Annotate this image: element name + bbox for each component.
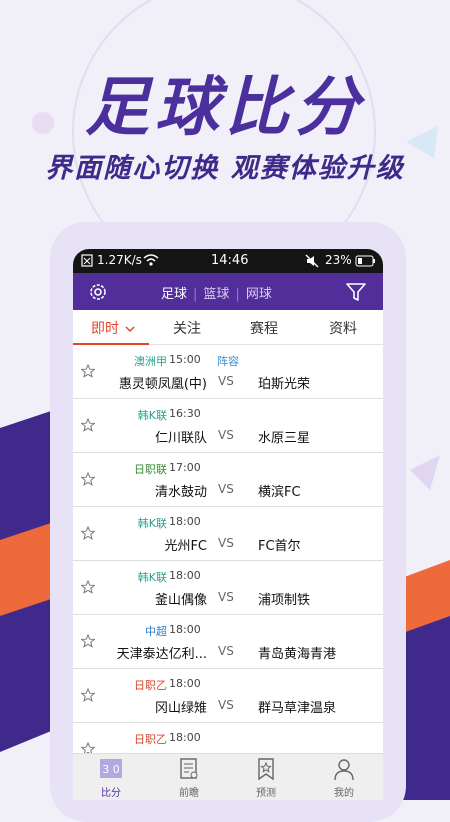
home-team: 光州FC [164,539,207,554]
promo-subline: 界面随心切换 观赛体验升级 [45,153,405,184]
away-team: 浦项制铁 [258,593,311,608]
nav-score[interactable]: 3 0 比分 [81,754,141,800]
kickoff-time: 15:00 [169,353,201,366]
home-team: 仁川联队 [154,431,207,446]
clock: 14:46 [211,253,249,268]
subtab-live-label: 即时 [91,321,119,337]
away-team: 横滨FC [258,485,301,500]
nav-predict[interactable]: 预测 [236,754,296,800]
nav-preview-label: 前瞻 [179,788,199,799]
chevron-down-icon [125,326,135,333]
bookmark-star-icon [258,758,274,781]
scoreboard-icon: 3 0 [100,759,122,778]
home-team: 冈山绿雉 [154,701,207,716]
nav-score-label: 比分 [101,788,121,799]
tab-basketball[interactable]: 篮球 [203,287,229,302]
filter-icon[interactable] [345,281,367,307]
star-icon[interactable] [80,471,96,486]
versus-label: VS [218,590,234,604]
league-name: 澳洲甲 [134,355,167,368]
sport-tabs: 足球 | 篮球 | 网球 [161,287,272,302]
away-team: FC首尔 [258,539,301,554]
home-team: 惠灵顿凤凰(中) [118,377,207,392]
promo-headline: 足球比分 [85,71,365,145]
network-speed: 1.27K/s [97,253,142,267]
match-row[interactable]: 日职乙 18:00 冈山绿雉 VS 群马草津温泉 [73,669,383,723]
kickoff-time: 17:00 [169,461,201,474]
lineup-link[interactable]: 阵容 [217,353,239,369]
away-team: 水原三星 [258,431,311,446]
league-name: 日职乙 [134,679,167,692]
league-name: 中超 [145,625,167,638]
tab-tennis[interactable]: 网球 [246,287,272,302]
home-team: 天津泰达亿利... [116,647,207,662]
svg-text:3 0: 3 0 [102,763,120,776]
home-team: 清水鼓动 [154,485,207,500]
kickoff-time: 18:00 [169,677,201,690]
league-name: 韩K联 [137,571,167,584]
kickoff-time: 18:00 [169,515,201,528]
versus-label: VS [218,428,234,442]
match-row[interactable]: 澳洲甲 15:00 阵容 惠灵顿凤凰(中) VS 珀斯光荣 [73,345,383,399]
notification-icon [81,254,93,270]
star-icon[interactable] [80,687,96,702]
user-icon [334,759,354,781]
match-row[interactable]: 韩K联 18:00 釜山偶像 VS 浦项制铁 [73,561,383,615]
versus-label: VS [218,536,234,550]
nav-predict-label: 预测 [256,788,276,799]
status-bar: 1.27K/s 14:46 23% [73,249,383,273]
versus-label: VS [218,644,234,658]
league-name: 韩K联 [137,517,167,530]
league-name: 日职联 [134,463,167,476]
bottom-nav: 3 0 比分 前瞻 预测 我的 [73,753,383,800]
app-bar: 足球 | 篮球 | 网球 [73,273,383,310]
home-team: 釜山偶像 [154,593,207,608]
battery-level: 23% [325,253,352,267]
document-icon [180,758,198,779]
tab-football[interactable]: 足球 [161,287,187,302]
battery-icon [355,255,377,270]
subtab-follow[interactable]: 关注 [173,318,201,338]
match-row[interactable]: 韩K联 18:00 光州FC VS FC首尔 [73,507,383,561]
kickoff-time: 16:30 [169,407,201,420]
versus-label: VS [218,374,234,388]
versus-label: VS [218,698,234,712]
kickoff-time: 18:00 [169,731,201,744]
subtab-info[interactable]: 资料 [329,318,357,338]
subtab-live[interactable]: 即时 [91,318,135,338]
sub-tabs: 即时 关注 赛程 资料 [73,310,383,345]
star-icon[interactable] [80,417,96,432]
subtab-schedule[interactable]: 赛程 [250,318,278,338]
nav-mine-label: 我的 [334,788,354,799]
star-icon[interactable] [80,633,96,648]
league-name: 日职乙 [134,733,167,746]
nav-mine[interactable]: 我的 [314,754,374,800]
kickoff-time: 18:00 [169,623,201,636]
match-row[interactable]: 日职联 17:00 清水鼓动 VS 横滨FC [73,453,383,507]
match-list: 澳洲甲 15:00 阵容 惠灵顿凤凰(中) VS 珀斯光荣 韩K联 16:30 仁川联队 VS 水原… [73,345,383,777]
away-team: 群马草津温泉 [258,701,337,716]
star-icon[interactable] [80,525,96,540]
match-row[interactable]: 中超 18:00 天津泰达亿利... VS 青岛黄海青港 [73,615,383,669]
app-screen: 1.27K/s 14:46 23% 足球 | 篮球 | 网球 即时 关注 赛程 资料 [73,249,383,800]
away-team: 青岛黄海青港 [258,647,337,662]
nav-preview[interactable]: 前瞻 [159,754,219,800]
settings-gear-icon[interactable] [87,281,109,307]
mute-icon [305,254,319,271]
kickoff-time: 18:00 [169,569,201,582]
away-team: 珀斯光荣 [258,377,311,392]
league-name: 韩K联 [137,409,167,422]
star-icon[interactable] [80,363,96,378]
match-row[interactable]: 韩K联 16:30 仁川联队 VS 水原三星 [73,399,383,453]
versus-label: VS [218,482,234,496]
wifi-icon [143,253,159,270]
star-icon[interactable] [80,579,96,594]
